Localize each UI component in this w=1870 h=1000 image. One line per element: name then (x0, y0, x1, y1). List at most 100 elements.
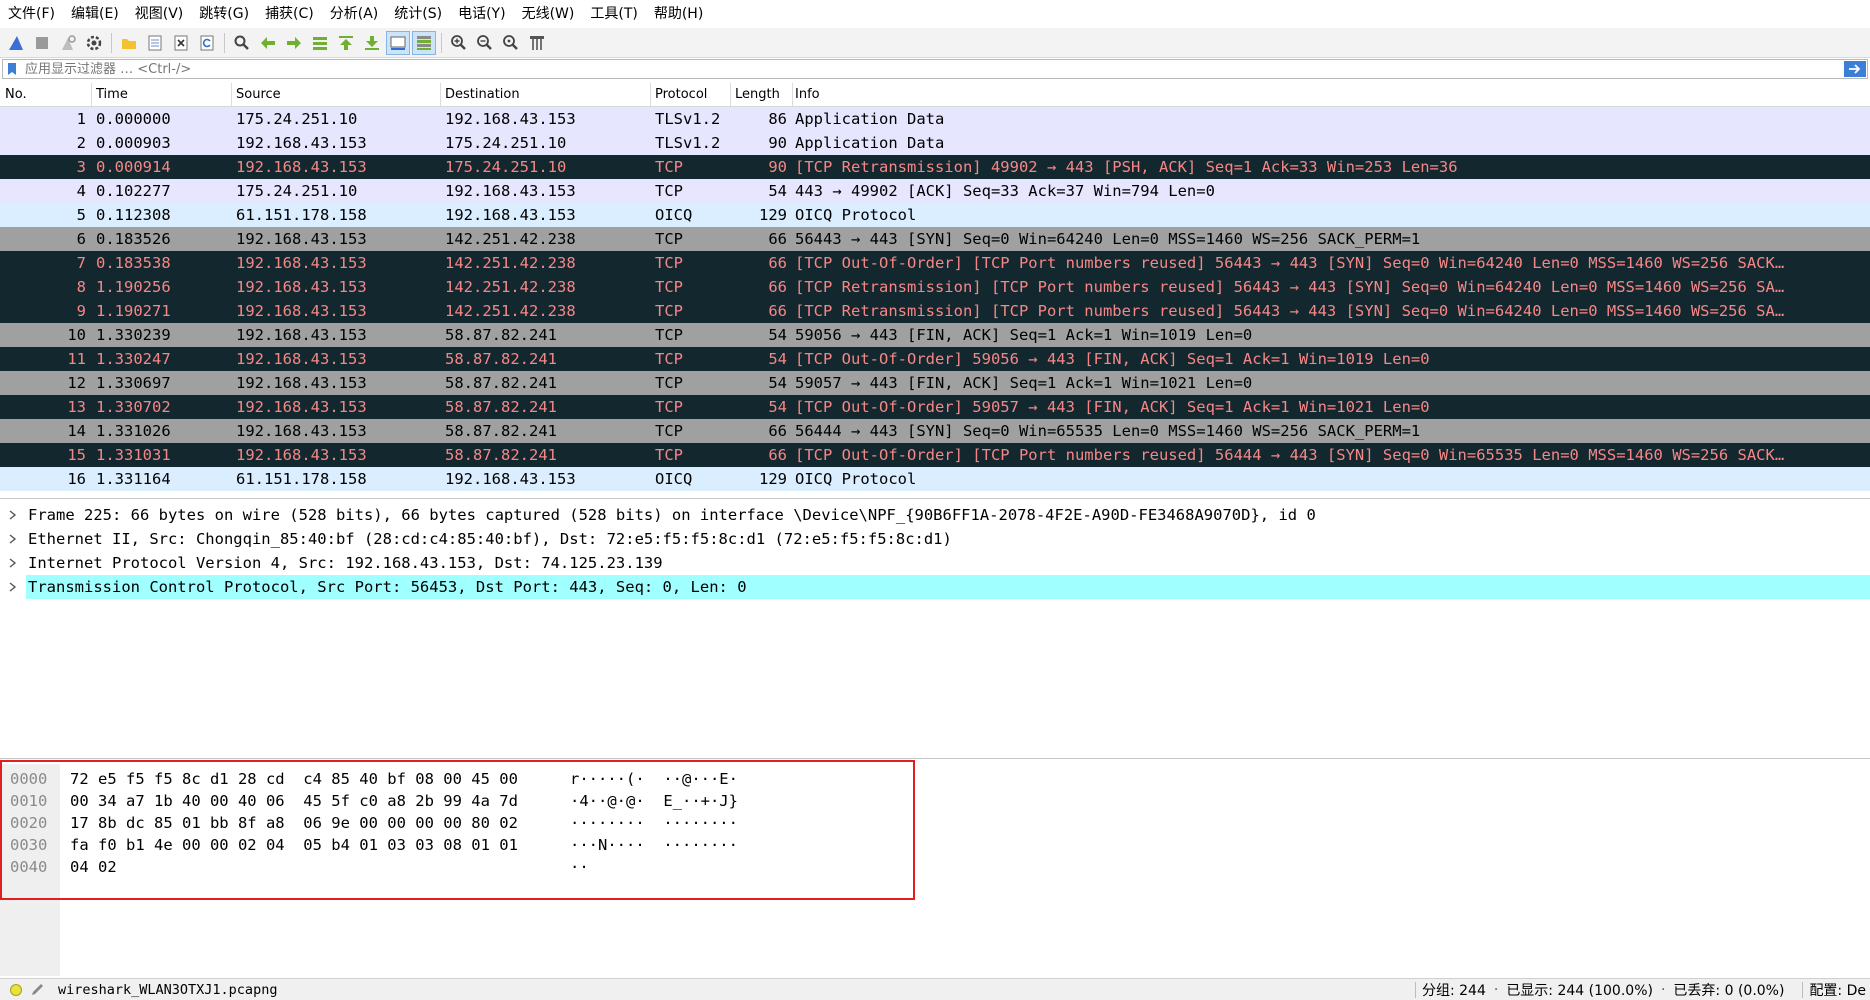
bytes-offset[interactable]: 0020 (0, 812, 60, 834)
display-filter-input[interactable] (21, 60, 1844, 78)
detail-tree-label: Transmission Control Protocol, Src Port:… (26, 575, 1870, 599)
normal-size-icon[interactable] (499, 31, 523, 55)
packet-row[interactable]: 13 1.330702 192.168.43.153 58.87.82.241 TCP 5… (0, 395, 1870, 419)
column-header-protocol[interactable]: Protocol (651, 83, 731, 106)
bytes-ascii[interactable]: ·4··@·@· E_··+·J} (570, 790, 770, 812)
packet-row[interactable]: 9 1.190271 192.168.43.153 142.251.42.238 TCP… (0, 299, 1870, 323)
restart-capture-icon[interactable] (56, 31, 80, 55)
packet-cell-len: 66 (768, 254, 787, 272)
bytes-hex[interactable]: 72 e5 f5 f5 8c d1 28 cd c4 85 40 bf 08 0… (60, 768, 570, 790)
chevron-right-icon[interactable] (0, 558, 26, 568)
packet-cell-proto: TCP (655, 446, 683, 464)
column-header-length[interactable]: Length (731, 83, 793, 106)
chevron-right-icon[interactable] (0, 534, 26, 544)
stop-capture-icon[interactable] (30, 31, 54, 55)
expert-info-indicator-icon[interactable] (10, 983, 22, 996)
column-header-info[interactable]: Info (793, 83, 1870, 106)
menu-item-7[interactable]: 电话(Y) (450, 0, 513, 28)
go-to-packet-icon[interactable] (308, 31, 332, 55)
bytes-ascii[interactable]: r·····(· ··@···E· (570, 768, 770, 790)
menu-item-0[interactable]: 文件(F) (0, 0, 63, 28)
detail-tree-item[interactable]: Frame 225: 66 bytes on wire (528 bits), … (0, 503, 1870, 527)
packet-cell-no: 9 (76, 302, 86, 320)
close-file-icon[interactable] (169, 31, 193, 55)
go-last-packet-icon[interactable] (360, 31, 384, 55)
packet-cell-len: 66 (768, 422, 787, 440)
menu-item-1[interactable]: 编辑(E) (63, 0, 127, 28)
bytes-ascii[interactable]: ·· (570, 856, 770, 878)
packet-cell-proto: TCP (655, 326, 683, 344)
detail-tree-item[interactable]: Internet Protocol Version 4, Src: 192.16… (0, 551, 1870, 575)
bytes-offset[interactable]: 0010 (0, 790, 60, 812)
menu-item-6[interactable]: 统计(S) (386, 0, 450, 28)
column-header-source[interactable]: Source (232, 83, 441, 106)
packet-row[interactable]: 7 0.183538 192.168.43.153 142.251.42.238 TCP… (0, 251, 1870, 275)
filter-bookmark-icon[interactable] (3, 60, 21, 78)
menu-item-5[interactable]: 分析(A) (322, 0, 387, 28)
zoom-in-icon[interactable] (447, 31, 471, 55)
chevron-right-icon[interactable] (0, 582, 26, 592)
bytes-hex[interactable]: 17 8b dc 85 01 bb 8f a8 06 9e 00 00 00 0… (60, 812, 570, 834)
menu-item-2[interactable]: 视图(V) (127, 0, 192, 28)
packet-cell-dst: 58.87.82.241 (445, 326, 557, 344)
detail-tree-item[interactable]: Transmission Control Protocol, Src Port:… (0, 575, 1870, 599)
bytes-hex[interactable]: fa f0 b1 4e 00 00 02 04 05 b4 01 03 03 0… (60, 834, 570, 856)
apply-filter-arrow-icon[interactable] (1844, 61, 1866, 77)
bytes-ascii[interactable]: ········ ········ (570, 812, 770, 834)
packet-row[interactable]: 11 1.330247 192.168.43.153 58.87.82.241 TCP 5… (0, 347, 1870, 371)
packet-row[interactable]: 4 0.102277 175.24.251.10 192.168.43.153 TCP 5… (0, 179, 1870, 203)
auto-scroll-icon[interactable] (386, 30, 410, 55)
packet-row[interactable]: 8 1.190256 192.168.43.153 142.251.42.238 TCP… (0, 275, 1870, 299)
packet-row[interactable]: 3 0.000914 192.168.43.153 175.24.251.10 TCP 9… (0, 155, 1870, 179)
column-header-no[interactable]: No. (0, 83, 92, 106)
capture-options-gear-icon[interactable] (82, 31, 106, 55)
menu-item-8[interactable]: 无线(W) (514, 0, 583, 28)
packet-row[interactable]: 16 1.331164 61.151.178.158 192.168.43.153 OI… (0, 467, 1870, 491)
packet-row[interactable]: 1 0.000000 175.24.251.10 192.168.43.153 TLSv… (0, 107, 1870, 131)
menu-item-3[interactable]: 跳转(G) (191, 0, 257, 28)
zoom-out-icon[interactable] (473, 31, 497, 55)
bytes-row: 0020 17 8b dc 85 01 bb 8f a8 06 9e 00 00 … (0, 812, 770, 834)
bytes-offset[interactable]: 0000 (0, 768, 60, 790)
status-profile[interactable]: 配置: De (1809, 980, 1866, 1000)
packet-cell-dst: 192.168.43.153 (445, 470, 576, 488)
packet-cell-info: 443 → 49902 [ACK] Seq=33 Ack=37 Win=794 … (795, 182, 1215, 200)
capture-comment-pencil-icon[interactable] (30, 983, 46, 997)
packet-cell-no: 14 (67, 422, 86, 440)
packet-row[interactable]: 2 0.000903 192.168.43.153 175.24.251.10 TLSv… (0, 131, 1870, 155)
packet-cell-len: 129 (759, 206, 787, 224)
column-header-time[interactable]: Time (92, 83, 232, 106)
packet-list-pane: No. Time Source Destination Protocol Len… (0, 83, 1870, 499)
resize-columns-icon[interactable] (525, 31, 549, 55)
bytes-hex[interactable]: 04 02 (60, 856, 570, 878)
reload-file-icon[interactable] (195, 31, 219, 55)
bytes-ascii[interactable]: ···N···· ········ (570, 834, 770, 856)
packet-row[interactable]: 10 1.330239 192.168.43.153 58.87.82.241 TCP 5… (0, 323, 1870, 347)
detail-tree-item[interactable]: Ethernet II, Src: Chongqin_85:40:bf (28:… (0, 527, 1870, 551)
column-header-destination[interactable]: Destination (441, 83, 651, 106)
save-file-icon[interactable] (143, 31, 167, 55)
find-packet-magnifier-icon[interactable] (230, 31, 254, 55)
menu-item-10[interactable]: 帮助(H) (646, 0, 711, 28)
bytes-offset[interactable]: 0040 (0, 856, 60, 878)
packet-cell-no: 8 (76, 278, 86, 296)
bytes-hex[interactable]: 00 34 a7 1b 40 00 40 06 45 5f c0 a8 2b 9… (60, 790, 570, 812)
colorize-packet-list-icon[interactable] (412, 30, 436, 55)
packet-row[interactable]: 12 1.330697 192.168.43.153 58.87.82.241 TCP 5… (0, 371, 1870, 395)
packet-row[interactable]: 5 0.112308 61.151.178.158 192.168.43.153 OIC… (0, 203, 1870, 227)
packet-cell-proto: TCP (655, 422, 683, 440)
bytes-offset[interactable]: 0030 (0, 834, 60, 856)
packet-row[interactable]: 15 1.331031 192.168.43.153 58.87.82.241 TCP 6… (0, 443, 1870, 467)
open-file-folder-icon[interactable] (117, 31, 141, 55)
menu-item-9[interactable]: 工具(T) (582, 0, 645, 28)
chevron-right-icon[interactable] (0, 510, 26, 520)
packet-row[interactable]: 14 1.331026 192.168.43.153 58.87.82.241 TCP 6… (0, 419, 1870, 443)
packet-row[interactable]: 6 0.183526 192.168.43.153 142.251.42.238 TCP… (0, 227, 1870, 251)
shark-fin-start-icon[interactable] (4, 31, 28, 55)
packet-cell-time: 0.000903 (96, 134, 171, 152)
packet-cell-proto: TCP (655, 278, 683, 296)
go-first-packet-icon[interactable] (334, 31, 358, 55)
menu-item-4[interactable]: 捕获(C) (257, 0, 322, 28)
go-back-arrow-icon[interactable] (256, 31, 280, 55)
go-forward-arrow-icon[interactable] (282, 31, 306, 55)
